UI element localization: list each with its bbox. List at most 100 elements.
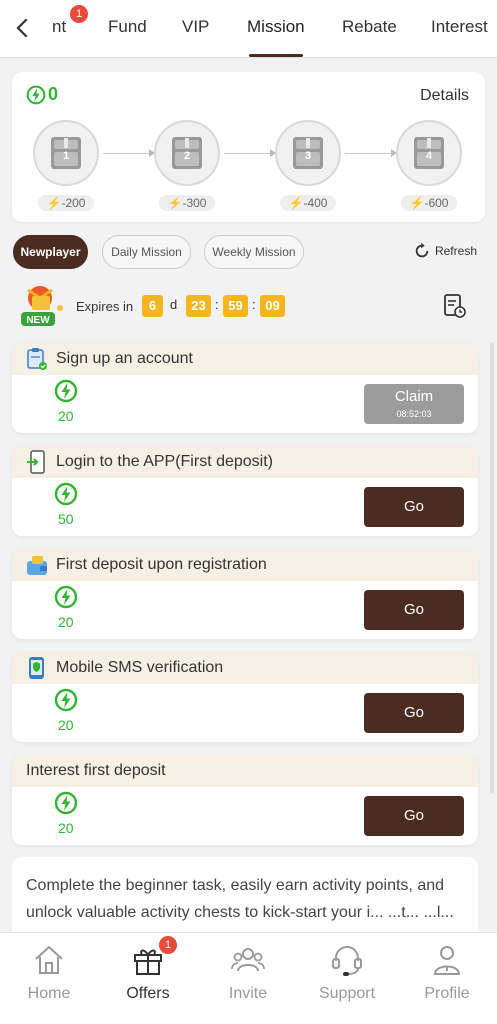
tab-newplayer[interactable]: Newplayer [13, 235, 88, 269]
nav-invite[interactable]: Invite [208, 943, 288, 1003]
tab-vip[interactable]: VIP [182, 17, 209, 37]
chest-requirement: ⚡-300 [159, 195, 215, 211]
chest-requirement: ⚡-400 [280, 195, 336, 211]
tab-fund[interactable]: Fund [108, 17, 147, 37]
timer-days: 6 [142, 295, 163, 317]
refresh-label: Refresh [434, 244, 477, 258]
mission-page: nt 1 Fund VIP Mission Rebate Interest 0 … [0, 0, 497, 1024]
mission-title: First deposit upon registration [56, 556, 267, 573]
bolt-icon [54, 688, 78, 712]
details-link[interactable]: Details [420, 87, 469, 105]
nav-label: Offers [126, 985, 170, 1002]
headset-icon [332, 946, 362, 976]
bolt-icon [54, 482, 78, 506]
mission-card: Interest first deposit 20 Go [12, 755, 478, 845]
active-tab-indicator [249, 54, 303, 57]
mission-points: 20 [58, 717, 74, 733]
bolt-icon [54, 379, 78, 403]
claim-button[interactable]: Claim 08:52:03 [364, 384, 464, 424]
back-arrow-icon[interactable] [8, 12, 36, 44]
clipboard-icon [27, 348, 47, 370]
svg-text:NEW: NEW [26, 315, 50, 326]
person-icon [433, 946, 461, 975]
tab-weekly-mission[interactable]: Weekly Mission [204, 235, 304, 269]
nav-label: Invite [228, 985, 268, 1002]
go-button[interactable]: Go [364, 796, 464, 836]
activity-points: 0 [26, 84, 58, 105]
nav-label: Support [318, 985, 376, 1002]
chest-3[interactable]: 3 [275, 120, 341, 186]
phone-login-icon [27, 450, 45, 474]
chest-requirement: ⚡-600 [401, 195, 457, 211]
chest-progress-card: 0 Details 1 2 3 4 ⚡-200 ⚡-300 ⚡-400 ⚡-60… [12, 72, 485, 222]
tab-mission[interactable]: Mission [247, 17, 305, 37]
mission-header: Interest first deposit [12, 755, 478, 787]
nav-home[interactable]: Home [9, 943, 89, 1003]
mission-title: Login to the APP(First deposit) [56, 453, 273, 470]
tab-rebate[interactable]: Rebate [342, 17, 397, 37]
expires-label: Expires in [76, 299, 134, 314]
tab-daily-mission[interactable]: Daily Mission [102, 235, 191, 269]
top-tab-bar: nt 1 Fund VIP Mission Rebate Interest [0, 0, 497, 58]
wallet-icon [27, 556, 47, 575]
chest-connector [103, 149, 155, 157]
mission-header: Mobile SMS verification [12, 652, 478, 684]
mission-card: First deposit upon registration 20 Go [12, 549, 478, 639]
chest-number: 2 [183, 150, 191, 162]
mission-card: Login to the APP(First deposit) 50 Go [12, 446, 478, 536]
timer-minutes: 59 [223, 295, 248, 317]
chest-2[interactable]: 2 [154, 120, 220, 186]
scrollbar[interactable] [490, 343, 494, 793]
mission-points: 20 [58, 820, 74, 836]
bolt-icon [54, 791, 78, 815]
timer-sep: : [252, 297, 256, 312]
mission-title: Interest first deposit [26, 762, 166, 779]
home-icon [35, 946, 63, 974]
mission-points: 50 [58, 511, 74, 527]
nav-profile[interactable]: Profile [407, 943, 487, 1003]
points-value: 0 [48, 84, 59, 104]
mission-card: Mobile SMS verification 20 Go [12, 652, 478, 742]
go-button[interactable]: Go [364, 590, 464, 630]
mission-points: 20 [58, 408, 74, 424]
nav-label: Profile [424, 985, 470, 1002]
mission-record-icon[interactable] [443, 293, 467, 319]
mission-header: First deposit upon registration [12, 549, 478, 581]
event-badge: 1 [70, 5, 88, 23]
refresh-button[interactable]: Refresh [413, 242, 477, 260]
nav-label: Home [27, 985, 71, 1002]
mission-points: 20 [58, 614, 74, 630]
timer-day-unit: d [170, 297, 178, 312]
mission-title: Sign up an account [56, 350, 193, 367]
nav-offers[interactable]: Offers 1 [108, 936, 188, 1003]
tab-event[interactable]: nt [52, 17, 66, 37]
chest-1[interactable]: 1 [33, 120, 99, 186]
timer-seconds: 09 [260, 295, 285, 317]
bolt-icon [26, 85, 46, 104]
mission-title: Mobile SMS verification [56, 659, 224, 676]
chest-connector [224, 149, 276, 157]
chest-requirement: ⚡-200 [38, 195, 94, 211]
users-icon [231, 948, 265, 972]
claim-countdown: 08:52:03 [396, 409, 432, 419]
new-player-gift-icon: NEW [21, 286, 63, 326]
mission-card: Sign up an account 20 Claim 08:52:03 [12, 343, 478, 433]
nav-support[interactable]: Support [307, 943, 387, 1003]
mission-header: Login to the APP(First deposit) [12, 446, 478, 478]
chest-number: 4 [425, 150, 433, 162]
offers-badge: 1 [159, 936, 177, 954]
bottom-nav: Home Offers 1 Invite Support Profile [0, 932, 497, 1024]
go-button[interactable]: Go [364, 487, 464, 527]
chest-number: 1 [62, 150, 70, 162]
go-button[interactable]: Go [364, 693, 464, 733]
mobile-shield-icon [29, 657, 44, 679]
chest-connector [345, 149, 397, 157]
claim-label: Claim [394, 388, 434, 405]
refresh-icon [415, 242, 429, 258]
timer-sep: : [215, 297, 219, 312]
tab-interest[interactable]: Interest [431, 17, 488, 37]
timer-hours: 23 [186, 295, 211, 317]
chest-4[interactable]: 4 [396, 120, 462, 186]
bolt-icon [54, 585, 78, 609]
mission-header: Sign up an account [12, 343, 478, 375]
